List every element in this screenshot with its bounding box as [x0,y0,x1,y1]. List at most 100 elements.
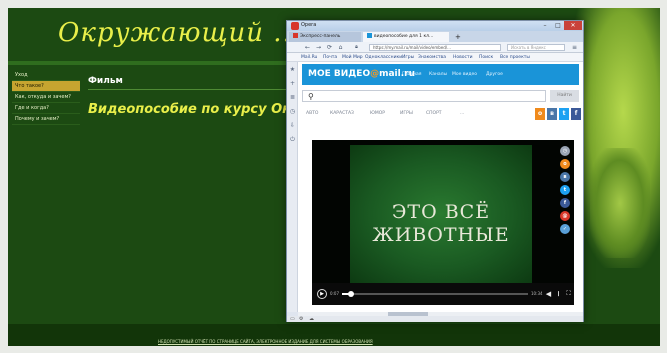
bookmark-item[interactable]: Почта [323,54,337,61]
bookmarks-bar: Mail.Ru Почта Мой Мир Одноклассники Игры… [287,53,583,62]
ok-share-icon[interactable]: о [560,159,570,169]
video-player[interactable]: ЭТО ВСЁ ЖИВОТНЫЕ ◷ о в t f @ ✓ ▶ 0:07 10… [312,140,574,305]
navigation-bar: ← → ⟳ ⌂ 🔒︎ https://my.mail.ru/mail/video… [287,42,583,53]
site-sidebar: Уход Что такое? Как, откуда и зачем? Где… [12,70,80,125]
video-caption: ЭТО ВСЁ ЖИВОТНЫЕ [350,201,532,247]
panel-toggle-icon[interactable]: ▭ [290,316,295,322]
twitter-icon[interactable]: t [559,108,569,120]
bookmark-item[interactable]: Все проекты [500,54,530,61]
status-bar: ▭ ⚙ ☁ [287,316,583,322]
bookmark-item[interactable]: Одноклассники [365,54,402,61]
time-current: 0:07 [330,291,339,296]
sidebar-item-chto-takoe[interactable]: Что такое? [12,81,80,92]
odnoklassniki-icon[interactable]: о [535,108,545,120]
opera-icon[interactable] [291,22,299,30]
progress-bar[interactable] [342,291,528,297]
new-tab-button[interactable]: + [451,32,461,42]
logo-at: @ [370,69,380,79]
cloud-icon[interactable]: ☁ [309,316,314,322]
sidebar-item-gde-kogda[interactable]: Где и когда? [12,103,80,114]
header-nav-channels[interactable]: Каналы [429,72,447,77]
search-icon: ⚲ [308,92,314,101]
category-humor[interactable]: ЮМОР [370,111,385,116]
tab-video[interactable]: видеопособие для 1 кл... [363,32,449,42]
mail-video-logo[interactable]: МОЕ ВИДЕО@mail.ru [308,69,415,79]
menu-icon[interactable]: ≡ [570,43,579,52]
video-caption-line-1: ЭТО ВСЁ [391,201,491,223]
browser-search-input[interactable]: Искать в Яндекс [507,44,565,51]
opera-tab-icon [293,33,298,38]
tab-label: видеопособие для 1 кл... [374,34,434,39]
volume-icon[interactable]: ◀ [544,288,553,300]
bookmark-item[interactable]: Mail.Ru [301,54,317,61]
fullscreen-icon[interactable]: ⛶ [564,288,573,300]
minimize-button[interactable]: – [539,21,551,30]
twitter-share-icon[interactable]: t [560,185,570,195]
facebook-share-icon[interactable]: f [560,198,570,208]
download-icon[interactable]: ⇩ [289,122,296,129]
star-icon[interactable]: ★ [289,66,296,73]
vk-icon[interactable]: в [547,108,557,120]
leaf-decoration-lower [590,148,650,258]
vk-share-icon[interactable]: в [560,172,570,182]
site-title: Окружающий ... [58,18,302,48]
lock-icon: 🔒︎ [355,44,358,50]
video-frame[interactable]: ЭТО ВСЁ ЖИВОТНЫЕ [350,145,532,283]
reload-button[interactable]: ⟳ [325,43,334,52]
content-divider [88,89,298,90]
video-search-button[interactable]: Найти [550,90,579,102]
footer-link[interactable]: НЕДОПУСТИМЫЙ ОТЧЁТ ПО СТРАНИЦЕ САЙТА, ЭЛ… [158,339,373,344]
time-total: 10:34 [531,291,543,296]
home-button[interactable]: ⌂ [336,43,345,52]
play-icon[interactable]: ▶ [317,289,327,299]
back-button[interactable]: ← [303,43,312,52]
browser-side-panel: ★ + ≣ ◷ ⇩ ⏻ [287,62,298,312]
category-sport[interactable]: СПОРТ [426,111,442,116]
window-app-name: Opera [301,22,317,28]
bookmark-item[interactable]: Поиск [479,54,493,61]
window-titlebar[interactable]: Opera – □ ✕ [287,21,583,31]
header-nav-other[interactable]: Другое [486,72,503,77]
content-heading: Видеопособие по курсу Ок [88,102,291,117]
category-auto[interactable]: АВТО [306,111,318,116]
mail-video-header: МОЕ ВИДЕО@mail.ru Главная Каналы Мое вид… [302,64,579,85]
address-bar[interactable]: https://my.mail.ru/mail/video/embed/... [369,44,501,51]
logo-prefix: МОЕ ВИДЕО [308,69,371,79]
close-button[interactable]: ✕ [564,21,582,30]
video-search-row: ⚲ Найти [302,90,579,102]
sidebar-item-kak-otkuda[interactable]: Как, откуда и зачем? [12,92,80,103]
link-share-icon[interactable]: ✓ [560,224,570,234]
tab-bar: Экспресс-панель видеопособие для 1 кл...… [287,31,583,42]
tab-express-panel[interactable]: Экспресс-панель [289,32,361,42]
settings-icon[interactable]: ❙ [554,288,563,300]
category-games[interactable]: ИГРЫ [400,111,413,116]
video-search-input[interactable]: ⚲ [302,90,546,102]
facebook-icon[interactable]: f [571,108,581,120]
clock-share-icon[interactable]: ◷ [560,146,570,156]
bookmark-item[interactable]: Новости [453,54,473,61]
power-icon[interactable]: ⏻ [289,136,296,143]
plus-icon[interactable]: + [289,80,296,87]
sidebar-item-pochemu[interactable]: Почему и зачем? [12,114,80,125]
mailru-share-icon[interactable]: @ [560,211,570,221]
bookmark-item[interactable]: Мой Мир [342,54,363,61]
mail-tab-icon [367,33,372,38]
category-karastaz[interactable]: КАРАСТАЗ [330,111,354,116]
video-caption-line-2: ЖИВОТНЫЕ [372,224,510,246]
title-underline [8,61,298,65]
maximize-button[interactable]: □ [552,21,564,30]
header-nav-my-video[interactable]: Мое видео [452,72,477,77]
gear-icon[interactable]: ⚙ [299,316,303,322]
page-viewport: МОЕ ВИДЕО@mail.ru Главная Каналы Мое вид… [298,62,583,312]
bookmark-item[interactable]: Знакомства [418,54,446,61]
header-nav-main[interactable]: Главная [402,72,421,77]
bookmark-item[interactable]: Игры [402,54,414,61]
category-more[interactable]: ... [460,111,464,116]
clock-icon[interactable]: ◷ [289,108,296,115]
forward-button[interactable]: → [314,43,323,52]
history-icon[interactable]: ≣ [289,94,296,101]
sidebar-item-uhod[interactable]: Уход [12,70,80,81]
category-row: АВТО КАРАСТАЗ ЮМОР ИГРЫ СПОРТ ... о в t … [302,108,581,120]
progress-handle[interactable] [348,291,355,297]
content-title: Фильм [88,76,123,86]
